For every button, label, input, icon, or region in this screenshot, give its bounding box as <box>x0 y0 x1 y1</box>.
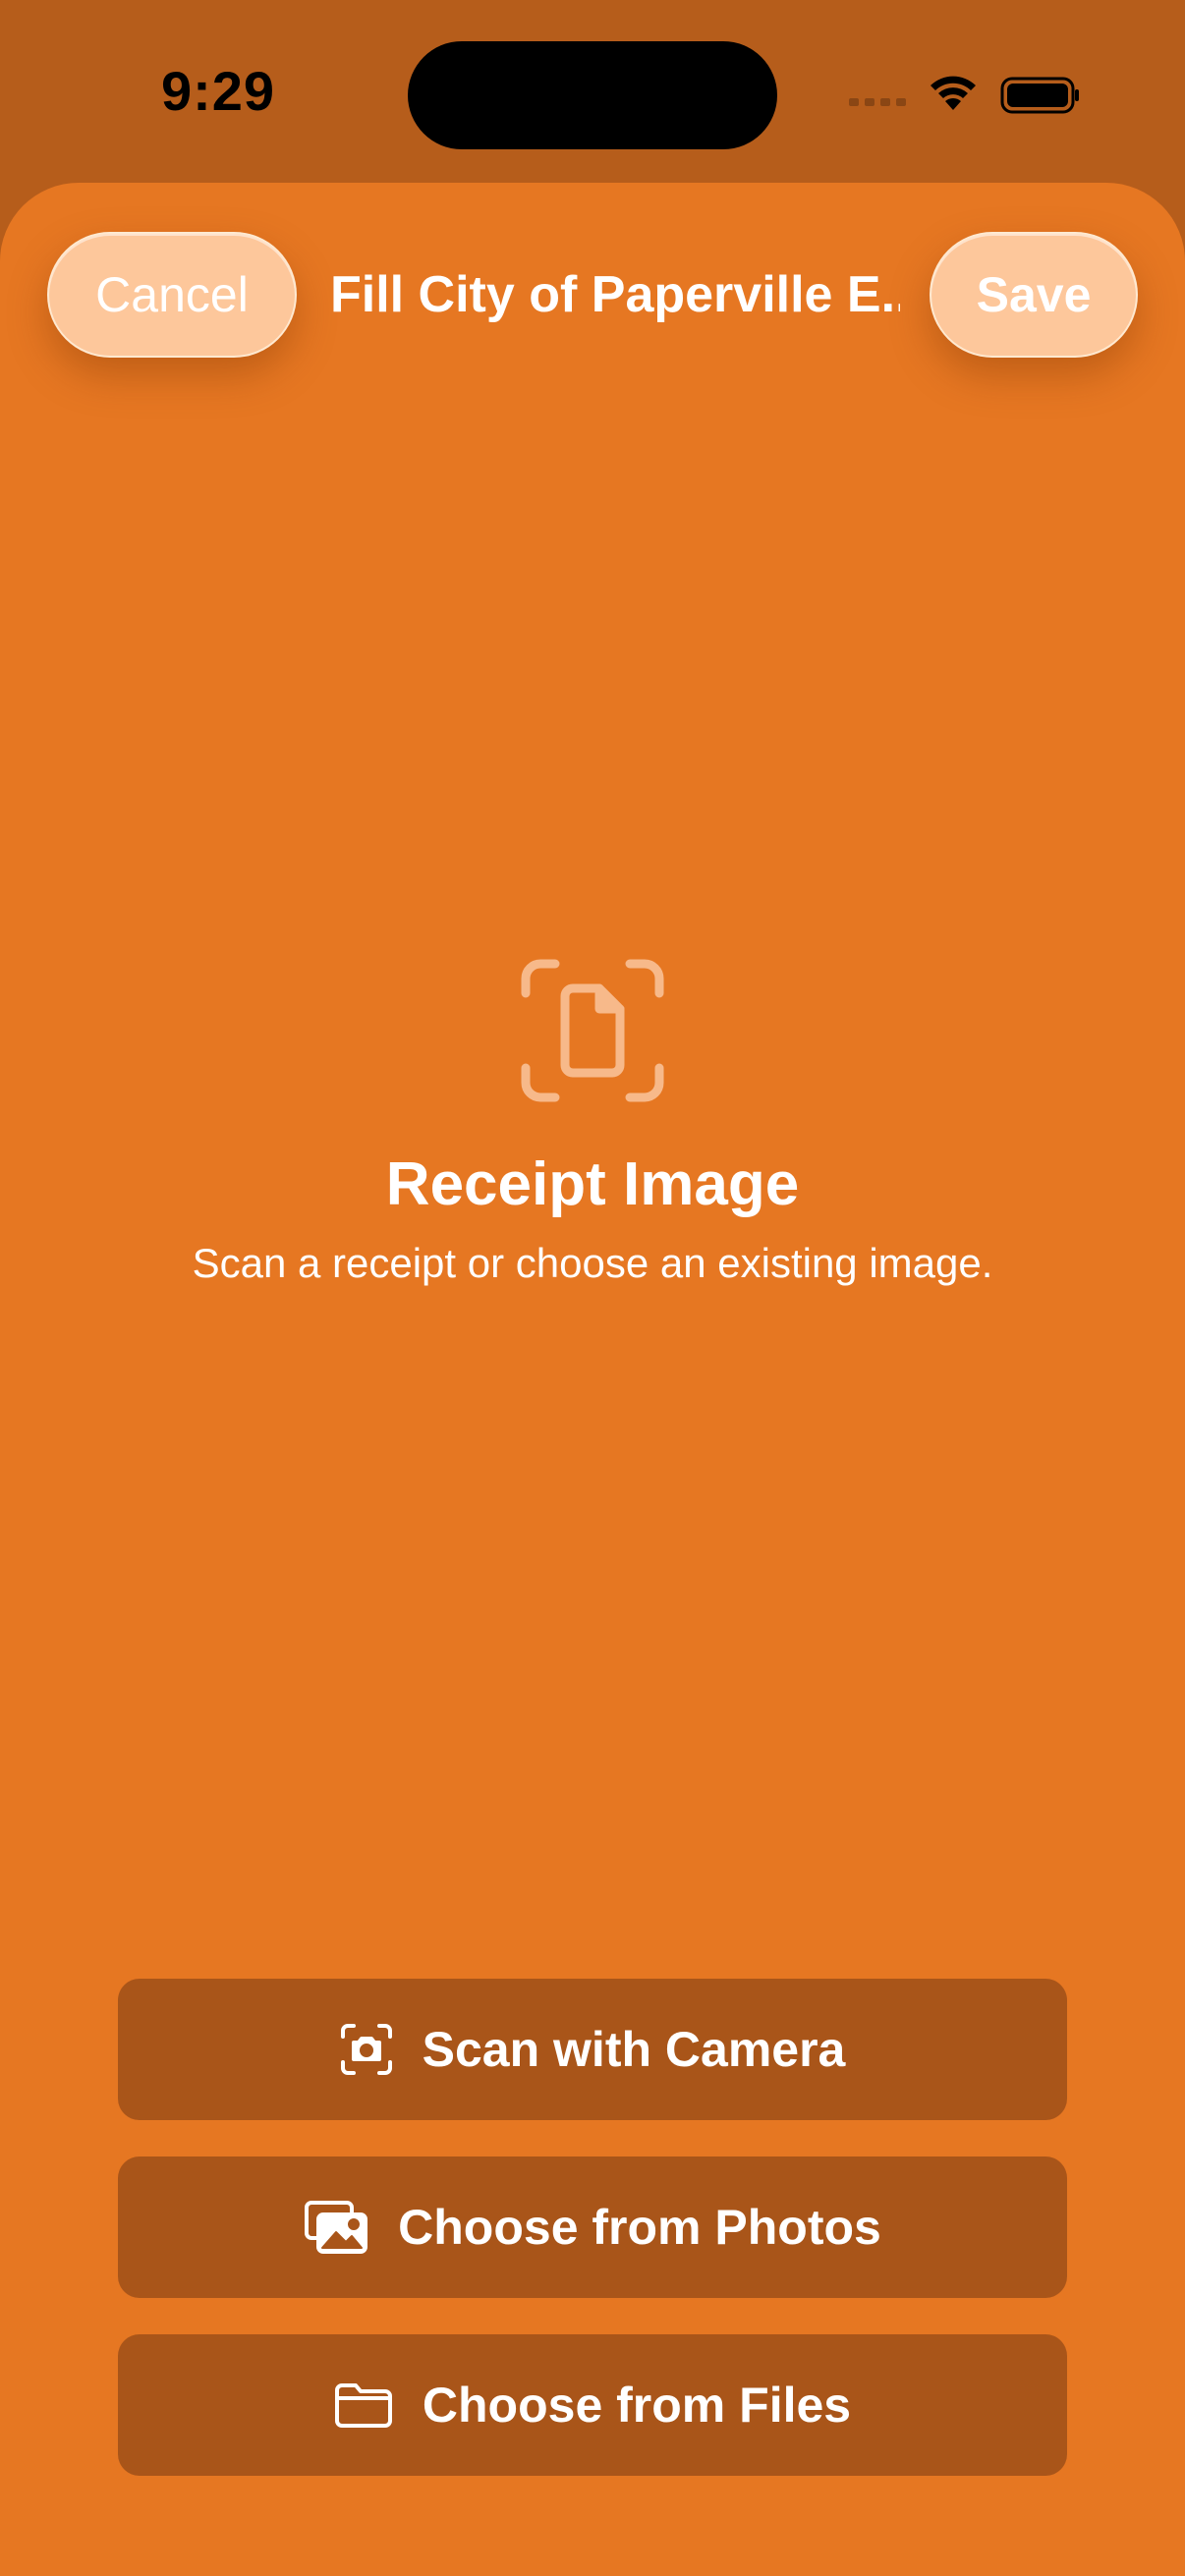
folder-icon <box>334 2381 393 2429</box>
save-button[interactable]: Save <box>930 232 1138 358</box>
status-bar: 9:29 <box>0 0 1185 177</box>
status-icons <box>845 71 1081 120</box>
battery-icon <box>1000 77 1079 114</box>
scan-with-camera-button[interactable]: Scan with Camera <box>118 1979 1067 2120</box>
status-time: 9:29 <box>160 60 276 122</box>
hero-subtitle: Scan a receipt or choose an existing ima… <box>192 1240 993 1286</box>
nav-title: Fill City of Paperville E... <box>330 266 900 323</box>
scan-with-camera-label: Scan with Camera <box>422 2022 846 2077</box>
doc-viewfinder-icon <box>521 959 664 1102</box>
choose-from-files-label: Choose from Files <box>422 2378 852 2433</box>
cellular-signal-icon <box>849 98 906 106</box>
cancel-button[interactable]: Cancel <box>47 232 297 358</box>
hero-title: Receipt Image <box>385 1150 800 1218</box>
choose-from-photos-button[interactable]: Choose from Photos <box>118 2156 1067 2298</box>
choose-from-files-button[interactable]: Choose from Files <box>118 2334 1067 2476</box>
camera-viewfinder-icon <box>340 2023 393 2076</box>
dynamic-island <box>408 41 777 149</box>
photos-stack-icon <box>304 2200 368 2255</box>
choose-from-photos-label: Choose from Photos <box>398 2200 881 2255</box>
wifi-icon <box>931 76 976 110</box>
